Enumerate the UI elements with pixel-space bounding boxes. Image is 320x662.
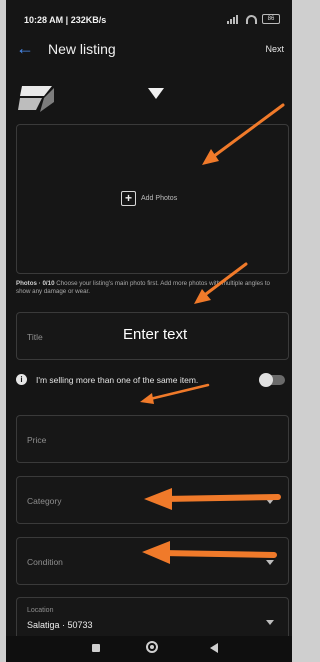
annotation-arrow (148, 383, 210, 401)
annotation-arrow (208, 103, 285, 161)
annotation-arrow (200, 262, 248, 299)
annotation-arrow-head (202, 149, 219, 165)
phone-screen: 10:28 AM | 232KB/s 86 ← New listing Next… (6, 0, 292, 662)
annotation-arrow-head (142, 541, 170, 564)
annotation-arrow (161, 494, 281, 502)
annotation-arrow-head (140, 393, 154, 404)
annotation-arrow (159, 550, 277, 558)
annotation-arrows (140, 103, 285, 564)
annotation-arrow-head (144, 488, 172, 510)
